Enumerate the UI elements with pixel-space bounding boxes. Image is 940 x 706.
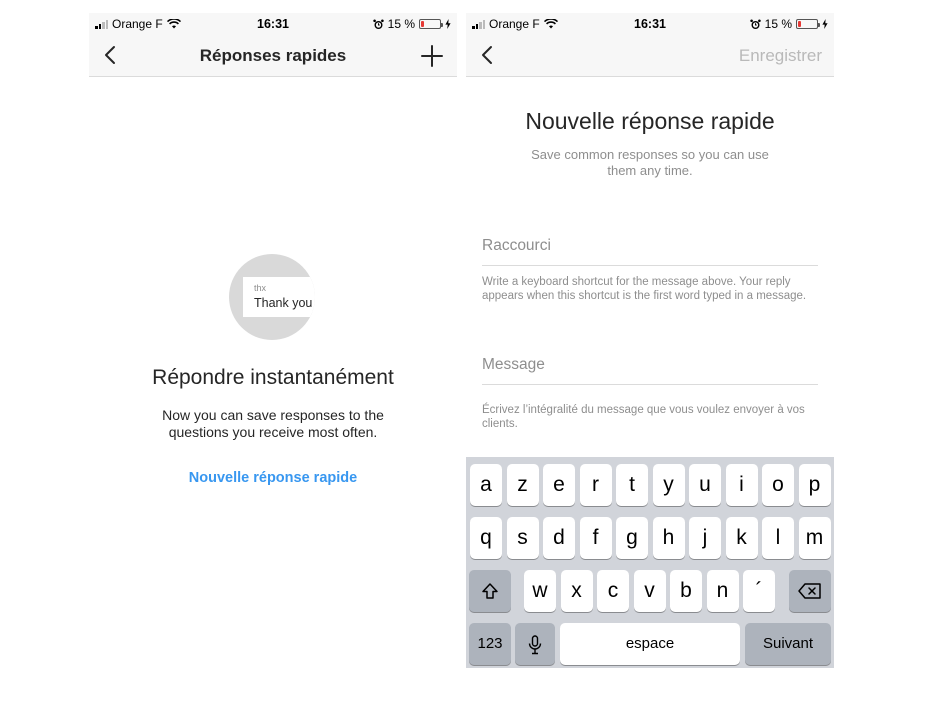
alarm-icon [372,19,384,29]
shortcut-hint: Write a keyboard shortcut for the messag… [482,276,807,302]
key-8[interactable]: l [762,517,794,559]
backspace-key[interactable] [789,570,831,612]
illustration-message: Thank you [254,296,313,310]
key-2[interactable]: e [543,464,575,506]
keyboard-row-4: 123 espace Suivant [466,623,834,665]
new-quick-reply-screen: Orange F 16:31 15 % Enregistrer Nouvelle… [466,13,834,668]
add-icon[interactable] [419,43,445,69]
key-6[interactable]: ´ [743,570,775,612]
form-title: Nouvelle réponse rapide [525,108,775,134]
space-key[interactable]: espace [560,623,740,665]
key-4[interactable]: t [616,464,648,506]
form-subtitle: Save common responses so you can use the… [531,147,769,178]
back-chevron-icon[interactable] [476,43,500,67]
dictation-key[interactable] [515,623,555,665]
key-9[interactable]: m [798,517,831,559]
key-0[interactable]: q [470,517,502,559]
shift-key[interactable] [469,570,511,612]
key-5[interactable]: n [706,570,739,612]
backspace-icon [798,583,821,599]
nav-bar: Réponses rapides [89,35,457,77]
key-6[interactable]: u [689,464,721,506]
battery-level [798,21,801,27]
key-9[interactable]: p [798,464,831,506]
key-4[interactable]: g [616,517,648,559]
status-bar: Orange F 16:31 15 % [89,13,457,35]
key-3[interactable]: r [579,464,612,506]
key-1[interactable]: z [506,464,539,506]
numbers-key[interactable]: 123 [469,623,511,665]
empty-state-subtitle: Now you can save responses to the questi… [162,407,384,440]
keyboard-row-1: azertyuiop [466,464,834,506]
battery-percent: 15 % [764,17,792,31]
key-0[interactable]: w [524,570,556,612]
key-2[interactable]: d [543,517,575,559]
key-6[interactable]: j [689,517,721,559]
illustration-card: thx Thank you [243,277,315,317]
key-8[interactable]: o [762,464,794,506]
illustration-shortcut: thx [254,283,267,293]
key-0[interactable]: a [470,464,502,506]
quick-replies-screen: Orange F 16:31 15 % Réponses rapides thx… [89,13,457,668]
next-key[interactable]: Suivant [745,623,831,665]
charging-bolt-icon [445,19,451,29]
message-input[interactable] [482,345,818,385]
new-quick-reply-link[interactable]: Nouvelle réponse rapide [89,470,457,486]
keyboard-row-3: w x c v b n ´ [466,570,834,612]
quick-reply-illustration: thx Thank you [229,254,315,340]
keyboard-row-2: qsdfghjklm [466,517,834,559]
battery-icon [419,19,443,29]
battery-icon [796,19,820,29]
key-3[interactable]: f [579,517,612,559]
microphone-icon [528,635,542,655]
key-3[interactable]: v [633,570,666,612]
battery-percent: 15 % [387,17,415,31]
key-2[interactable]: c [597,570,629,612]
key-4[interactable]: b [670,570,702,612]
key-7[interactable]: k [725,517,758,559]
key-7[interactable]: i [725,464,758,506]
empty-state-title: Répondre instantanément [152,366,394,389]
shift-icon [482,583,498,599]
save-button[interactable]: Enregistrer [739,46,822,66]
key-1[interactable]: x [560,570,593,612]
page-title: Réponses rapides [199,46,347,65]
shortcut-input[interactable] [482,226,818,266]
charging-bolt-icon [822,19,828,29]
status-bar: Orange F 16:31 15 % [466,13,834,35]
message-hint: Écrivez l’intégralité du message que vou… [482,404,805,430]
alarm-icon [749,19,761,29]
key-5[interactable]: y [652,464,685,506]
keyboard: azertyuiop qsdfghjklm w x c v b n ´ 123 espace… [466,457,834,668]
key-1[interactable]: s [506,517,539,559]
nav-bar: Enregistrer [466,35,834,77]
battery-level [421,21,424,27]
key-5[interactable]: h [652,517,685,559]
